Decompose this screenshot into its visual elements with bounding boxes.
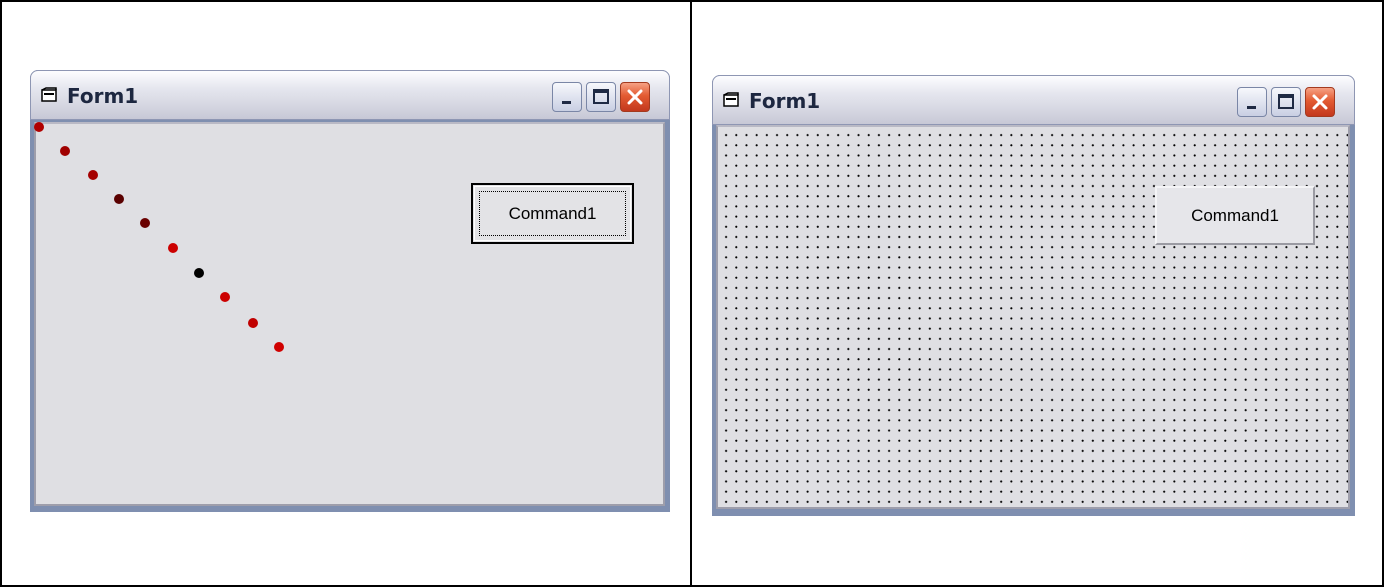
title-bar[interactable]: Form1	[30, 70, 670, 120]
plotted-dots	[34, 122, 663, 504]
form-design-grid: Command1	[716, 125, 1350, 509]
form-icon	[41, 87, 57, 102]
form-window-runtime: Form1 Command1	[30, 70, 670, 512]
plotted-dot	[140, 218, 150, 228]
table-cell-runtime: Form1 Command1	[0, 0, 692, 587]
maximize-button[interactable]	[586, 82, 616, 112]
maximize-icon	[1278, 94, 1294, 109]
plotted-dot	[168, 243, 178, 253]
minimize-icon	[562, 101, 571, 104]
window-title: Form1	[67, 84, 139, 108]
close-icon	[627, 89, 643, 105]
close-icon	[1312, 94, 1328, 110]
form-client-area: Command1	[34, 122, 665, 506]
close-button[interactable]	[1305, 87, 1335, 117]
form-icon	[723, 92, 739, 107]
design-grid-dots	[718, 127, 1348, 507]
plotted-dot	[248, 318, 258, 328]
command1-button[interactable]: Command1	[1155, 186, 1315, 245]
window-title: Form1	[749, 89, 821, 113]
table-cell-design: Form1 Command1	[690, 0, 1384, 587]
plotted-dot	[220, 292, 230, 302]
command1-label: Command1	[1191, 205, 1279, 225]
close-button[interactable]	[620, 82, 650, 112]
plotted-dot	[114, 194, 124, 204]
plotted-dot	[60, 146, 70, 156]
minimize-button[interactable]	[552, 82, 582, 112]
minimize-button[interactable]	[1237, 87, 1267, 117]
plotted-dot	[34, 122, 44, 132]
plotted-dot	[274, 342, 284, 352]
maximize-button[interactable]	[1271, 87, 1301, 117]
title-bar[interactable]: Form1	[712, 75, 1355, 125]
form-window-design: Form1 Command1	[712, 75, 1355, 516]
minimize-icon	[1247, 106, 1256, 109]
maximize-icon	[593, 89, 609, 104]
plotted-dot	[88, 170, 98, 180]
comparison-table: Form1 Command1 Form1 Command1	[0, 0, 1384, 587]
plotted-dot	[194, 268, 204, 278]
